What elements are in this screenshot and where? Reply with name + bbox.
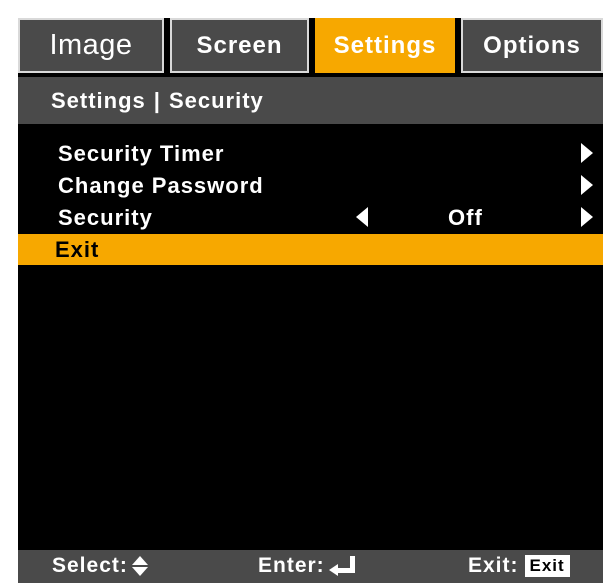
arrow-right-icon xyxy=(581,175,593,195)
hint-enter: Enter: xyxy=(258,554,357,578)
menu-item-security-timer[interactable]: Security Timer xyxy=(18,138,603,169)
projector-osd-menu: Image Screen Settings Options Settings |… xyxy=(18,18,603,583)
hint-exit-label: Exit: xyxy=(468,554,519,577)
breadcrumb-section: Settings xyxy=(51,87,146,113)
arrow-right-icon[interactable] xyxy=(581,207,593,227)
exit-key-icon: Exit xyxy=(524,555,570,577)
arrow-right-icon xyxy=(581,143,593,163)
menu-item-label: Change Password xyxy=(58,173,264,198)
menu-item-exit[interactable]: Exit xyxy=(18,234,603,265)
arrow-left-icon[interactable] xyxy=(356,207,368,227)
tab-settings[interactable]: Settings xyxy=(315,18,455,73)
menu-item-security[interactable]: Security Off xyxy=(18,202,603,233)
tab-image[interactable]: Image xyxy=(18,18,164,73)
footer-hints: Select: Enter: Exit: Exit xyxy=(18,550,603,583)
security-value: Off xyxy=(448,205,483,230)
breadcrumb: Settings | Security xyxy=(18,77,603,124)
menu-item-label: Security xyxy=(58,205,153,230)
tab-screen[interactable]: Screen xyxy=(170,18,309,73)
hint-enter-label: Enter: xyxy=(258,554,325,577)
breadcrumb-page: Security xyxy=(168,87,264,113)
tab-options[interactable]: Options xyxy=(461,18,603,73)
breadcrumb-separator: | xyxy=(153,87,161,113)
hint-select: Select: xyxy=(52,554,148,578)
enter-key-icon xyxy=(328,556,357,576)
up-down-arrow-icon xyxy=(131,556,148,576)
hint-select-label: Select: xyxy=(52,554,128,577)
menu-item-label: Exit xyxy=(55,237,100,262)
tab-bar: Image Screen Settings Options xyxy=(18,18,603,73)
menu-item-label: Security Timer xyxy=(58,141,225,166)
menu-item-change-password[interactable]: Change Password xyxy=(18,170,603,201)
hint-exit: Exit: Exit xyxy=(468,554,570,578)
